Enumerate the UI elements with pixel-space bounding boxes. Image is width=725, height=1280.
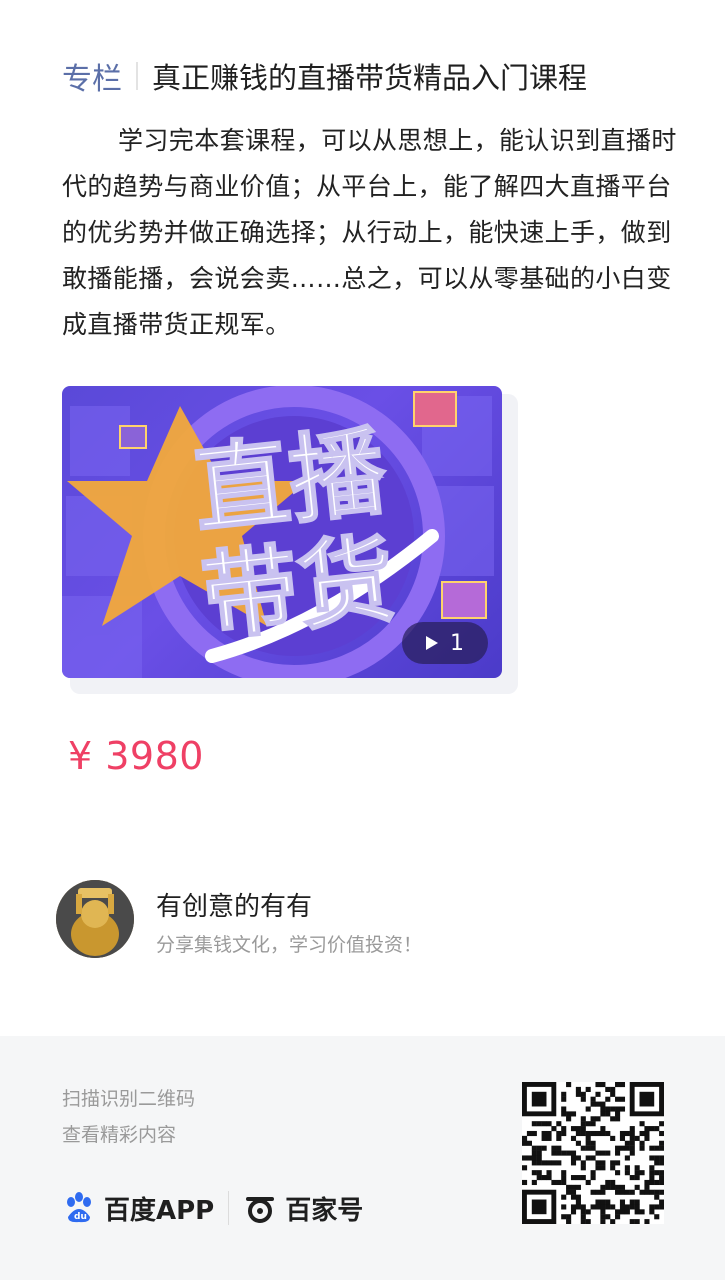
baijiahao-label: 百家号 [285,1195,364,1226]
author-card[interactable]: 有创意的有有 分享集钱文化，学习价值投资！ [56,880,676,960]
qr-code-image [522,1082,665,1225]
course-cover[interactable]: 直播 带货 1 [62,386,518,694]
column-header: 专栏 真正赚钱的直播带货精品入门课程 [62,54,702,98]
play-icon [426,636,438,650]
brand-divider [228,1191,230,1225]
video-count: 1 [450,630,464,656]
baidu-app-brand[interactable]: du 百度APP [62,1190,214,1227]
author-name[interactable]: 有创意的有有 [156,886,312,923]
author-bio: 分享集钱文化，学习价值投资！ [156,934,423,956]
baijiahao-icon [246,1197,275,1223]
avatar[interactable] [56,880,134,958]
cover-title-line2: 带货 [197,523,400,654]
baidu-app-label: 百度APP [104,1195,215,1226]
avatar-image [56,880,134,958]
price: ¥ 3980 [68,734,204,778]
course-description: 学习完本套课程，可以从思想上，能认识到直播时代的趋势与商业价值；从平台上，能了解… [62,126,677,339]
brand-row: du 百度APP 百家号 [62,1188,363,1228]
baijiahao-brand[interactable]: 百家号 [243,1190,363,1227]
video-count-badge[interactable]: 1 [402,622,488,664]
qr-code [522,1082,665,1225]
cover-image[interactable]: 直播 带货 1 [62,386,502,678]
baidu-paw-icon: du [67,1192,91,1223]
page-title: 真正赚钱的直播带货精品入门课程 [152,61,588,95]
header-divider [136,62,138,90]
svg-text:du: du [74,1212,87,1222]
scan-hint-line2: 查看精彩内容 [62,1124,177,1146]
scan-hint-line1: 扫描识别二维码 [62,1088,196,1110]
column-tag[interactable]: 专栏 [62,54,122,98]
